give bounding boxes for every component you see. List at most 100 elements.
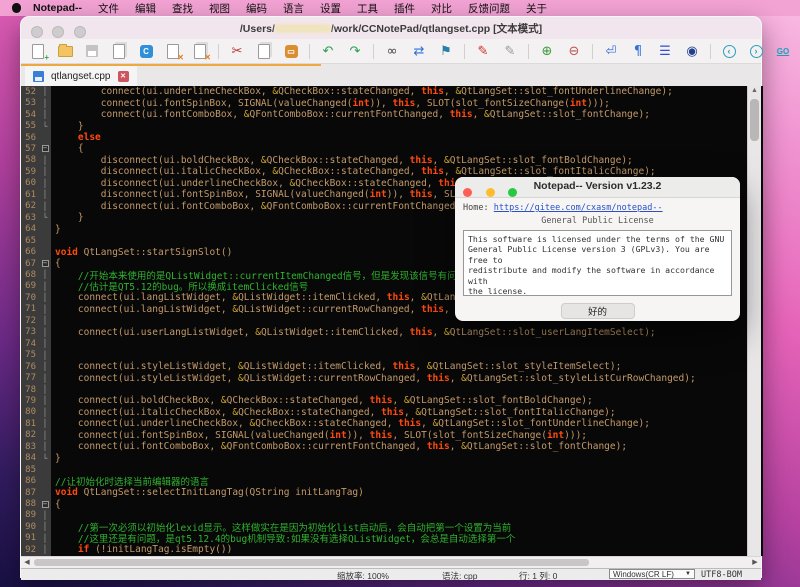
- scroll-up-arrow-icon[interactable]: ▲: [748, 87, 761, 94]
- fold-margin[interactable]: −: [39, 498, 51, 509]
- line-number: 59: [21, 166, 39, 177]
- line-number: 55: [21, 120, 39, 131]
- menu-item[interactable]: 工具: [357, 1, 378, 16]
- zoom-out-icon[interactable]: ⊖: [565, 42, 583, 60]
- close-all-icon[interactable]: ✕: [191, 42, 209, 60]
- ok-button[interactable]: 好的: [561, 303, 635, 319]
- toolbar-separator: [373, 44, 374, 59]
- code-editor[interactable]: 52│ connect(ui.underlineCheckBox, &QChec…: [21, 86, 763, 556]
- new-file-icon[interactable]: +: [29, 42, 47, 60]
- scroll-left-arrow-icon[interactable]: ◀: [21, 557, 33, 568]
- line-number: 83: [21, 441, 39, 452]
- close-file-icon[interactable]: ✕: [164, 42, 182, 60]
- reload-icon[interactable]: C: [137, 42, 155, 60]
- code-line: 79│ connect(ui.boldCheckBox, &QCheckBox:…: [21, 395, 763, 406]
- menu-item[interactable]: 编码: [246, 1, 267, 16]
- code-line: 81│ connect(ui.underlineCheckBox, &QChec…: [21, 418, 763, 429]
- line-number: 91: [21, 533, 39, 544]
- cursor-position: 行: 1 列: 0: [519, 570, 557, 582]
- vertical-scroll-thumb[interactable]: [750, 99, 759, 141]
- tab-qtlangset[interactable]: qtlangset.cpp ✕: [25, 66, 137, 86]
- save-icon[interactable]: [83, 42, 101, 60]
- copy-icon[interactable]: [255, 42, 273, 60]
- zoom-in-icon[interactable]: ⊕: [538, 42, 556, 60]
- undo-icon[interactable]: ↶: [319, 42, 337, 60]
- code-text: //估计是QT5.12的bug。所以换成itemClicked信号: [51, 279, 308, 293]
- line-number: 85: [21, 464, 39, 475]
- code-text: disconnect(ui.italicCheckBox, &QCheckBox…: [51, 166, 656, 177]
- menu-item[interactable]: 插件: [394, 1, 415, 16]
- marker-pen-icon[interactable]: ✎: [474, 42, 492, 60]
- apple-icon[interactable]: [12, 3, 21, 13]
- code-line: 84└}: [21, 453, 763, 464]
- horizontal-scrollbar[interactable]: ◀ ▶: [21, 556, 761, 568]
- code-line: 82│ connect(ui.fontSpinBox, SIGNAL(value…: [21, 430, 763, 441]
- eol-mode-dropdown[interactable]: Windows(CR LF)▼: [609, 569, 695, 579]
- code-text: connect(ui.italicCheckBox, &QCheckBox::s…: [51, 407, 616, 418]
- focus-mode-icon[interactable]: ◉: [683, 42, 701, 60]
- license-line: General Public License version 3 (GPLv3)…: [468, 244, 727, 265]
- code-text: connect(ui.boldCheckBox, &QCheckBox::sta…: [51, 395, 593, 406]
- code-text: [51, 350, 78, 361]
- fold-margin: │: [39, 166, 51, 177]
- fold-margin: │: [39, 533, 51, 544]
- menu-item[interactable]: 视图: [209, 1, 230, 16]
- line-number: 69: [21, 281, 39, 292]
- clear-marker-icon[interactable]: ✎: [501, 42, 519, 60]
- line-number: 74: [21, 338, 39, 349]
- code-line: 52│ connect(ui.underlineCheckBox, &QChec…: [21, 86, 763, 97]
- menu-item[interactable]: 设置: [320, 1, 341, 16]
- tab-close-icon[interactable]: ✕: [118, 71, 129, 82]
- goto-icon[interactable]: GO: [774, 42, 792, 60]
- window-titlebar[interactable]: /Users//work/CCNotePad/qtlangset.cpp [文本…: [21, 17, 761, 40]
- horizontal-scroll-thumb[interactable]: [34, 559, 589, 566]
- line-number: 86: [21, 475, 39, 486]
- fold-margin: │: [39, 201, 51, 212]
- menu-app-name[interactable]: Notepad--: [33, 2, 82, 14]
- replace-icon[interactable]: ⇄: [410, 42, 428, 60]
- cut-icon[interactable]: ✂: [228, 42, 246, 60]
- code-text: //这里还是有问题，是qt5.12.4的bug机制导致:如果没有选择QListW…: [51, 531, 515, 545]
- redo-icon[interactable]: ↷: [346, 42, 364, 60]
- forward-icon[interactable]: ›: [747, 42, 765, 60]
- status-bar: 缩放率: 100% 语法: cpp 行: 1 列: 0 Windows(CR L…: [21, 568, 761, 580]
- line-number: 53: [21, 97, 39, 108]
- line-number: 72: [21, 315, 39, 326]
- menu-item[interactable]: 文件: [98, 1, 119, 16]
- indent-guide-icon[interactable]: ☰: [656, 42, 674, 60]
- menu-item[interactable]: 查找: [172, 1, 193, 16]
- line-number: 78: [21, 384, 39, 395]
- line-number: 76: [21, 361, 39, 372]
- menu-item[interactable]: 关于: [526, 1, 547, 16]
- fold-margin: └: [39, 212, 51, 223]
- code-text: //让初始化时选择当前编辑器的语言: [51, 474, 209, 488]
- vertical-scrollbar[interactable]: ▲: [747, 86, 761, 556]
- back-icon[interactable]: ‹: [720, 42, 738, 60]
- code-line: 80│ connect(ui.italicCheckBox, &QCheckBo…: [21, 407, 763, 418]
- paste-icon[interactable]: ▭: [282, 42, 300, 60]
- gitee-link[interactable]: https://gitee.com/cxasm/notepad--: [494, 203, 663, 213]
- bookmark-icon[interactable]: ⚑: [437, 42, 455, 60]
- word-wrap-icon[interactable]: ⏎: [602, 42, 620, 60]
- dialog-titlebar[interactable]: Notepad-- Version v1.23.2: [455, 177, 740, 198]
- menu-item[interactable]: 对比: [431, 1, 452, 16]
- line-number: 70: [21, 292, 39, 303]
- menu-item[interactable]: 反馈问题: [468, 1, 510, 16]
- fold-margin[interactable]: −: [39, 258, 51, 269]
- menu-item[interactable]: 编辑: [135, 1, 156, 16]
- fold-margin[interactable]: −: [39, 143, 51, 154]
- fold-margin: │: [39, 384, 51, 395]
- open-file-icon[interactable]: [56, 42, 74, 60]
- menu-item[interactable]: 语言: [283, 1, 304, 16]
- code-text: {: [51, 143, 84, 154]
- fold-margin: │: [39, 178, 51, 189]
- scroll-right-arrow-icon[interactable]: ▶: [749, 557, 761, 568]
- macos-menu-bar: Notepad-- 文件 编辑 查找 视图 编码 语言 设置 工具 插件 对比 反馈问题 关于: [0, 0, 800, 16]
- line-number: 75: [21, 349, 39, 360]
- save-all-icon[interactable]: [110, 42, 128, 60]
- line-number: 71: [21, 304, 39, 315]
- line-number: 58: [21, 155, 39, 166]
- line-number: 73: [21, 327, 39, 338]
- show-symbol-icon[interactable]: ¶: [629, 42, 647, 60]
- find-icon[interactable]: ∞: [383, 42, 401, 60]
